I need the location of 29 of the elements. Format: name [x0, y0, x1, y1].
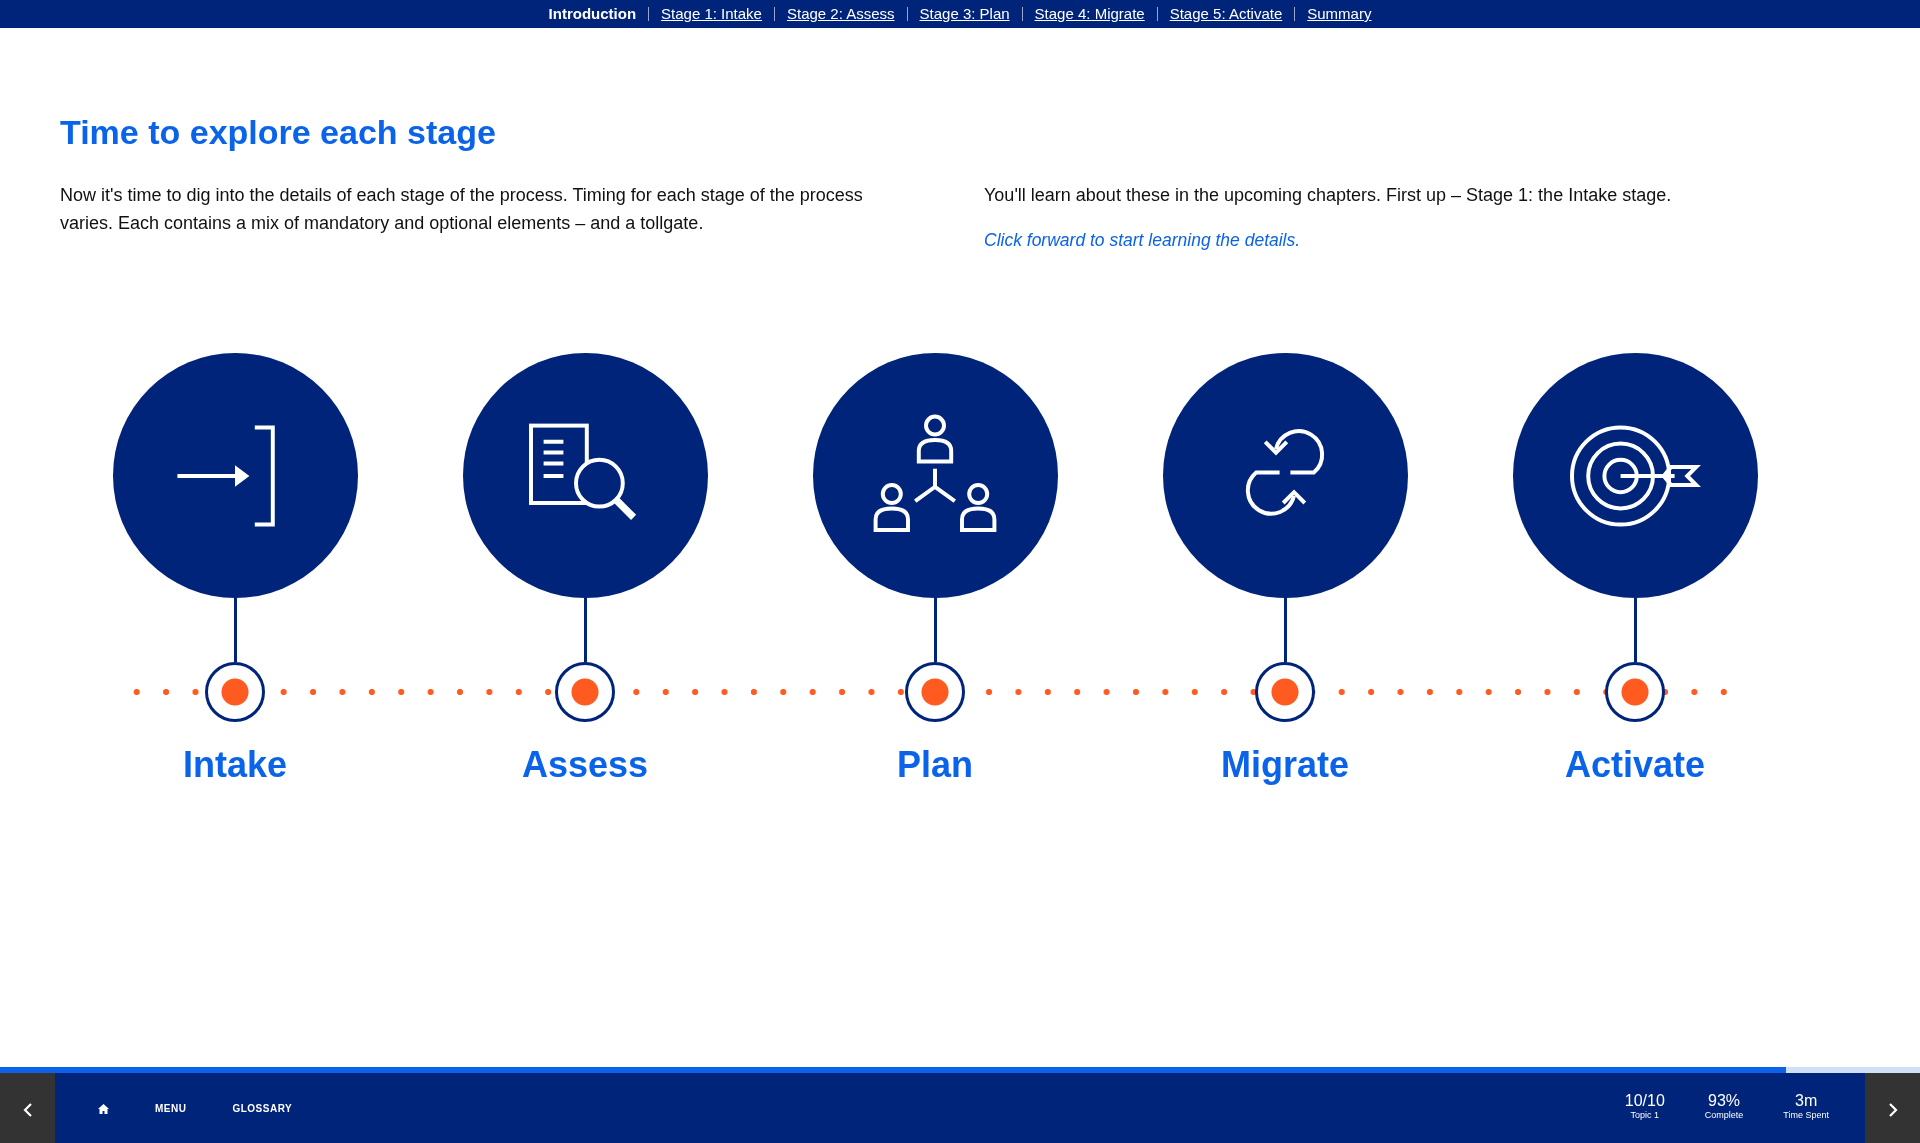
stage-label: Intake — [182, 743, 287, 788]
footer-link[interactable]: MENU — [155, 1100, 187, 1116]
note-paragraph: You'll learn about these in the upcoming chapters. First up – Stage 1: the Intake stage. — [984, 183, 1672, 207]
nav-link-item[interactable]: Summary — [1307, 2, 1372, 26]
stat-value: 10/10 — [1624, 1093, 1665, 1110]
next-button[interactable] — [1865, 1073, 1920, 1143]
nav-link-item[interactable]: Stage 5: Activate — [1169, 2, 1283, 26]
page-heading: Time to explore each stage — [60, 112, 497, 153]
stat-value: 3m — [1794, 1093, 1819, 1110]
nav-link-item[interactable]: Stage 1: Intake — [661, 2, 762, 26]
stat-label: Topic 1 — [1629, 1109, 1660, 1123]
nav-link-item[interactable]: Stage 4: Migrate — [1034, 2, 1145, 26]
footer-link[interactable]: GLOSSARY — [232, 1100, 293, 1116]
nav-link-item[interactable]: Stage 3: Plan — [919, 2, 1010, 26]
home-icon — [98, 1103, 109, 1114]
instruction-text: Click forward to start learning the details. — [984, 228, 1302, 252]
stat-label: Complete — [1704, 1109, 1744, 1123]
chevron-right-icon — [1886, 1101, 1899, 1118]
chevron-left-icon — [21, 1101, 34, 1118]
nav-link-item[interactable]: Stage 2: Assess — [786, 2, 895, 26]
stage-label: Activate — [1564, 743, 1706, 788]
intro-paragraph: Now it's time to dig into the details of each stage of the process. Timing for each stage of the process varies. Each contains a mix of mandatory and optional elements – and a tollgate. — [60, 183, 864, 235]
stage-label: Migrate — [1221, 743, 1349, 788]
back-button[interactable] — [0, 1073, 55, 1143]
nav-link-item[interactable]: Introduction — [548, 2, 637, 26]
stage-label: Plan — [897, 743, 973, 788]
stat-label: Time Spent — [1783, 1109, 1829, 1123]
stage-label: Assess — [521, 743, 649, 788]
stat-value: 93% — [1707, 1093, 1742, 1110]
